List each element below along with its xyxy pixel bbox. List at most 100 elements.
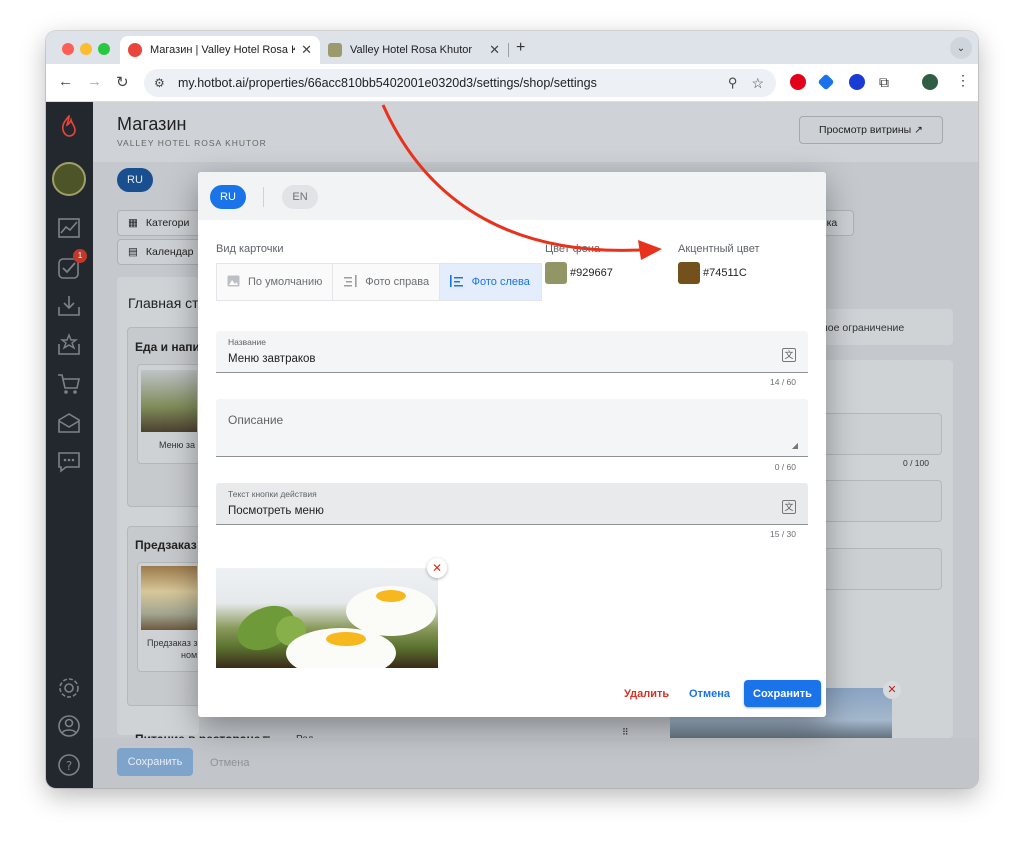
translate-icon[interactable]: 文 xyxy=(782,500,796,514)
profile-icon[interactable] xyxy=(56,713,82,739)
cancel-button[interactable]: Отмена xyxy=(689,688,730,700)
new-tab-icon[interactable]: + xyxy=(516,39,525,57)
opera-extension-icon[interactable] xyxy=(790,74,806,90)
name-field[interactable]: Название Меню завтраков 文 xyxy=(216,331,808,373)
chat-icon[interactable] xyxy=(56,449,82,475)
shop-cart-icon[interactable] xyxy=(56,371,82,397)
main-page-heading: Главная ст xyxy=(128,295,199,311)
analytics-icon[interactable] xyxy=(56,215,82,241)
tp-extension-icon[interactable] xyxy=(849,74,865,90)
url-text: my.hotbot.ai/properties/66acc810bb540200… xyxy=(178,76,597,90)
lang-en-button[interactable]: EN xyxy=(282,185,318,209)
right-field-3[interactable] xyxy=(818,548,942,590)
limit-text: ное ограничение xyxy=(822,322,905,334)
name-field-label: Название xyxy=(228,337,266,347)
food-item-photo xyxy=(141,370,197,432)
translate-icon[interactable]: 文 xyxy=(782,348,796,362)
site-settings-icon[interactable]: ⚙ xyxy=(154,76,168,90)
help-icon[interactable]: ? xyxy=(56,752,82,778)
inbox-icon[interactable] xyxy=(56,293,82,319)
accent-color-swatch[interactable] xyxy=(678,262,700,284)
name-field-value: Меню завтраков xyxy=(228,353,316,365)
bg-color-value: #929667 xyxy=(570,267,613,279)
remove-photo-icon[interactable]: ✕ xyxy=(883,681,901,699)
mail-icon[interactable] xyxy=(56,410,82,436)
maximize-window-button[interactable] xyxy=(98,43,110,55)
dialog-language-bar: RU EN xyxy=(198,172,826,220)
settings-icon[interactable] xyxy=(56,675,82,701)
description-field[interactable]: Описание ◢ xyxy=(216,399,808,457)
bg-lang-ru[interactable]: RU xyxy=(117,168,153,192)
resize-handle-icon[interactable]: ◢ xyxy=(792,441,798,450)
action-counter: 15 / 30 xyxy=(770,529,796,539)
side-navigation: 1 ? xyxy=(46,102,93,788)
card-view-label-default: По умолчанию xyxy=(248,276,323,288)
reviews-icon[interactable] xyxy=(56,332,82,358)
reload-icon[interactable]: ↻ xyxy=(116,73,129,91)
right-counter: 0 / 100 xyxy=(903,458,929,468)
browser-toolbar: ← → ↻ ⚙ my.hotbot.ai/properties/66acc810… xyxy=(46,64,978,102)
preorder-caption-2: ном xyxy=(181,650,198,660)
bookmark-star-icon[interactable]: ☆ xyxy=(751,75,764,92)
back-arrow-icon[interactable]: ← xyxy=(58,73,73,90)
card-view-label-right: Фото справа xyxy=(365,276,430,288)
page-title: Магазин xyxy=(117,114,187,134)
chevron-down-icon[interactable]: ⌄ xyxy=(950,37,972,59)
chip-label: Календар xyxy=(145,246,194,258)
tab-title: Магазин | Valley Hotel Rosa Khutor xyxy=(150,44,296,56)
save-button[interactable]: Сохранить xyxy=(744,680,821,707)
notification-badge: 1 xyxy=(73,249,87,263)
table-icon: ▦ xyxy=(128,217,138,229)
hotel-favicon-icon xyxy=(328,43,342,57)
page-subtitle: VALLEY HOTEL ROSA KHUTOR xyxy=(117,138,267,148)
tab-shop[interactable]: Магазин | Valley Hotel Rosa Khutor ✕ xyxy=(120,36,320,64)
preorder-caption-1: Предзаказ з xyxy=(147,638,198,648)
browser-menu-icon[interactable]: ⋮ xyxy=(956,72,972,88)
flame-logo-icon[interactable] xyxy=(60,115,78,137)
page-content: 1 ? Магазин VALLEY HOTEL ROSA KHUTOR Про… xyxy=(46,102,978,788)
right-field-2[interactable] xyxy=(818,480,942,522)
name-counter: 14 / 60 xyxy=(770,377,796,387)
action-button-text-field[interactable]: Текст кнопки действия Посмотреть меню 文 xyxy=(216,483,808,525)
description-counter: 0 / 60 xyxy=(774,462,796,472)
image-icon xyxy=(227,275,240,290)
delete-button[interactable]: Удалить xyxy=(624,688,669,700)
forward-arrow-icon[interactable]: → xyxy=(87,73,102,90)
page-cancel-button[interactable]: Отмена xyxy=(210,757,249,769)
right-field-1[interactable] xyxy=(818,413,942,455)
bg-color-swatch[interactable] xyxy=(545,262,567,284)
zoom-icon[interactable]: ⚲ xyxy=(728,75,738,91)
tab-title: Valley Hotel Rosa Khutor xyxy=(350,44,473,56)
remove-photo-icon[interactable]: ✕ xyxy=(427,558,447,578)
align-left-icon xyxy=(449,274,464,290)
profile-avatar-icon[interactable] xyxy=(922,74,938,90)
close-icon[interactable]: ✕ xyxy=(301,42,312,58)
card-view-default[interactable]: По умолчанию xyxy=(217,264,334,300)
card-view-photo-left[interactable]: Фото слева xyxy=(439,264,541,300)
minimize-window-button[interactable] xyxy=(80,43,92,55)
storefront-preview-button[interactable]: Просмотр витрины ↗ xyxy=(799,116,943,144)
user-avatar-icon[interactable] xyxy=(52,162,86,196)
tab-hotel[interactable]: Valley Hotel Rosa Khutor ✕ xyxy=(322,36,506,64)
tab-bar: Магазин | Valley Hotel Rosa Khutor ✕ Val… xyxy=(46,31,978,64)
extensions-puzzle-icon[interactable]: ⧉ xyxy=(879,74,895,90)
food-item-caption: Меню за xyxy=(159,440,195,450)
address-bar[interactable]: ⚙ my.hotbot.ai/properties/66acc810bb5402… xyxy=(144,69,776,97)
card-view-label: Вид карточки xyxy=(216,243,284,255)
drag-handle-icon[interactable]: ⠿ xyxy=(622,727,629,738)
page-save-button[interactable]: Сохранить xyxy=(117,748,193,776)
lang-ru-button[interactable]: RU xyxy=(210,185,246,209)
preorder-section-title: Предзаказ xyxy=(135,538,197,552)
chip-label: Категори xyxy=(145,217,190,229)
preorder-item-photo xyxy=(141,566,197,630)
action-field-label: Текст кнопки действия xyxy=(228,489,317,499)
card-view-photo-right[interactable]: Фото справа xyxy=(333,264,440,300)
calendar-icon: ▤ xyxy=(128,246,138,258)
svg-text:?: ? xyxy=(66,759,72,773)
close-window-button[interactable] xyxy=(62,43,74,55)
accent-color-label: Акцентный цвет xyxy=(678,243,760,255)
align-right-icon xyxy=(343,274,357,290)
close-icon[interactable]: ✕ xyxy=(489,42,500,58)
tab-separator xyxy=(508,43,509,57)
tag-extension-icon[interactable] xyxy=(817,73,835,91)
